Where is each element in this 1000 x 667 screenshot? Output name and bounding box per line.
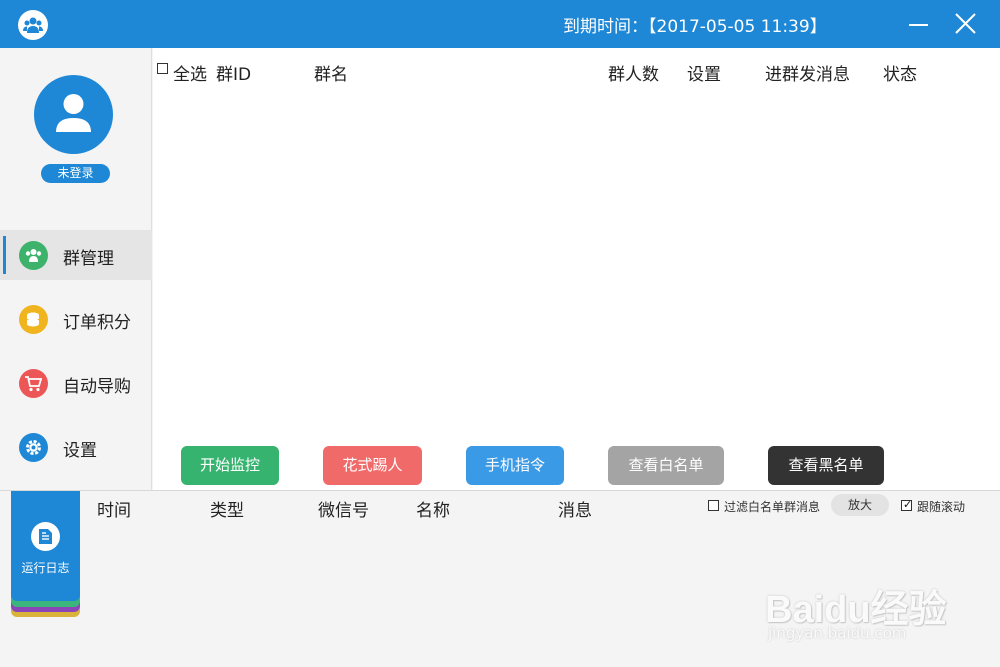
group-icon	[19, 241, 48, 270]
title-bar: 到期时间：【2017-05-05 11:39】	[0, 0, 1000, 48]
follow-scroll-label[interactable]: 跟随滚动	[917, 498, 965, 515]
log-column-time: 时间	[97, 501, 131, 521]
start-monitor-button[interactable]: 开始监控	[181, 446, 279, 485]
sidebar-item-label: 自动导购	[63, 377, 131, 397]
sidebar: 未登录 群管理 订单积分 自动导购 设置	[0, 48, 152, 490]
column-header-status: 状态	[883, 65, 917, 85]
column-header-join-message: 进群发消息	[765, 65, 850, 85]
cart-icon	[19, 369, 48, 398]
login-status-badge[interactable]: 未登录	[41, 164, 110, 183]
user-icon	[56, 94, 91, 132]
sidebar-item-orders-points[interactable]: 订单积分	[0, 294, 152, 344]
view-whitelist-button[interactable]: 查看白名单	[608, 446, 724, 485]
filter-whitelist-checkbox[interactable]	[708, 500, 719, 511]
avatar[interactable]	[34, 75, 113, 154]
select-all-label[interactable]: 全选	[173, 60, 207, 85]
phone-command-button[interactable]: 手机指令	[466, 446, 564, 485]
group-list-panel: 全选 群ID 群名 群人数 设置 进群发消息 状态 开始监控 花式踢人 手机指令…	[153, 48, 1000, 490]
column-header-member-count: 群人数	[608, 65, 659, 85]
sidebar-item-label: 订单积分	[63, 313, 131, 333]
sidebar-item-label: 群管理	[63, 249, 114, 269]
minimize-button[interactable]	[903, 8, 935, 40]
zoom-button[interactable]: 放大	[831, 494, 889, 516]
kick-member-button[interactable]: 花式踢人	[323, 446, 422, 485]
follow-scroll-checkbox[interactable]: ✓	[901, 498, 913, 511]
filter-whitelist-label[interactable]: 过滤白名单群消息	[724, 498, 820, 515]
watermark: Baidu经验 jingyan.baidu.com	[765, 560, 955, 650]
log-column-message: 消息	[558, 501, 592, 521]
sidebar-item-auto-shopping[interactable]: 自动导购	[0, 358, 152, 408]
log-column-wechat-id: 微信号	[318, 501, 369, 521]
view-blacklist-button[interactable]: 查看黑名单	[768, 446, 884, 485]
tab-run-log-label: 运行日志	[21, 561, 70, 575]
close-button[interactable]	[950, 8, 982, 40]
watermark-url: jingyan.baidu.com	[768, 624, 907, 642]
coins-icon	[19, 305, 48, 334]
checkmark-icon: ✓	[903, 498, 913, 511]
column-header-group-name: 群名	[314, 65, 348, 85]
column-header-settings: 设置	[687, 65, 721, 85]
column-header-group-id: 群ID	[216, 65, 252, 85]
sidebar-item-group-management[interactable]: 群管理	[0, 230, 152, 280]
log-column-type: 类型	[210, 501, 244, 521]
app-logo	[18, 10, 48, 40]
close-icon	[955, 13, 976, 34]
minimize-icon	[909, 24, 928, 26]
log-tab-stack: 运行日志	[11, 491, 80, 617]
expiry-time: 到期时间：【2017-05-05 11:39】	[563, 17, 827, 37]
log-column-name: 名称	[416, 501, 450, 521]
gear-icon	[19, 433, 48, 462]
app-window: 到期时间：【2017-05-05 11:39】 未登录 群管理 订单积分 自动导…	[0, 0, 1000, 667]
sidebar-item-settings[interactable]: 设置	[0, 422, 152, 472]
tab-run-log[interactable]: 运行日志	[11, 491, 80, 601]
select-all-checkbox[interactable]	[157, 63, 168, 74]
sidebar-item-label: 设置	[63, 441, 97, 461]
people-icon	[23, 17, 43, 33]
document-icon	[31, 522, 60, 551]
